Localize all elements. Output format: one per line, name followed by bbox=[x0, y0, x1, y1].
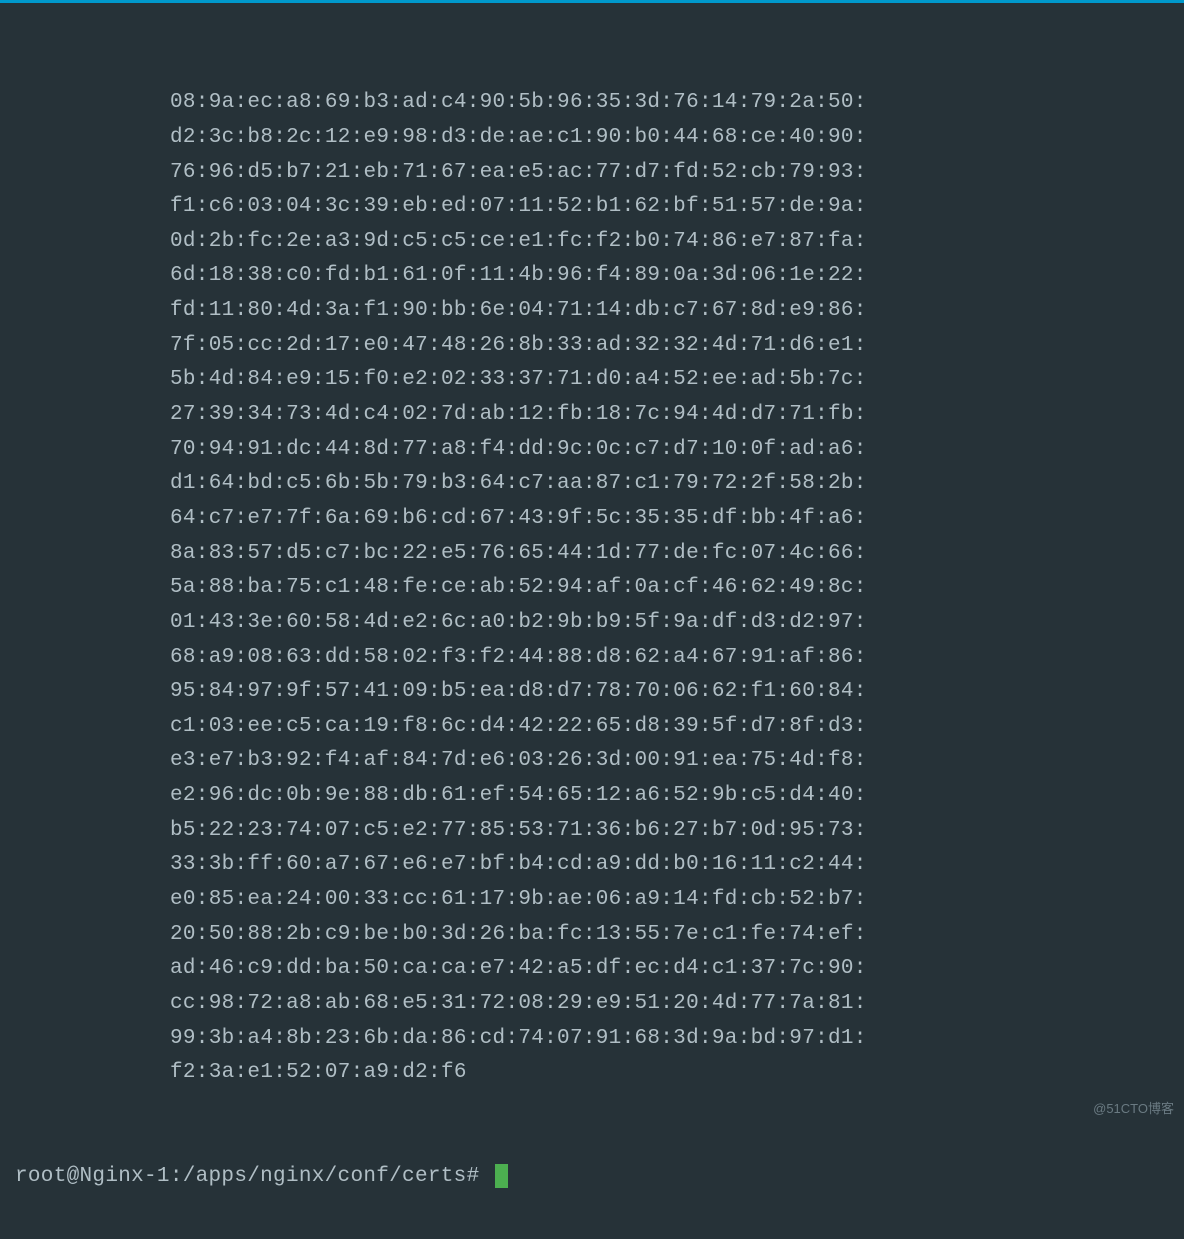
hex-line: 20:50:88:2b:c9:be:b0:3d:26:ba:fc:13:55:7… bbox=[10, 918, 1174, 953]
hex-line: 5b:4d:84:e9:15:f0:e2:02:33:37:71:d0:a4:5… bbox=[10, 363, 1174, 398]
hex-line: f1:c6:03:04:3c:39:eb:ed:07:11:52:b1:62:b… bbox=[10, 190, 1174, 225]
hex-line: fd:11:80:4d:3a:f1:90:bb:6e:04:71:14:db:c… bbox=[10, 294, 1174, 329]
cursor bbox=[495, 1164, 508, 1188]
hex-line: 68:a9:08:63:dd:58:02:f3:f2:44:88:d8:62:a… bbox=[10, 641, 1174, 676]
hex-line: 76:96:d5:b7:21:eb:71:67:ea:e5:ac:77:d7:f… bbox=[10, 156, 1174, 191]
terminal-output: 08:9a:ec:a8:69:b3:ad:c4:90:5b:96:35:3d:7… bbox=[0, 3, 1184, 1239]
hex-line: cc:98:72:a8:ab:68:e5:31:72:08:29:e9:51:2… bbox=[10, 987, 1174, 1022]
hex-line: 8a:83:57:d5:c7:bc:22:e5:76:65:44:1d:77:d… bbox=[10, 537, 1174, 572]
hex-line: 33:3b:ff:60:a7:67:e6:e7:bf:b4:cd:a9:dd:b… bbox=[10, 848, 1174, 883]
hex-line: 0d:2b:fc:2e:a3:9d:c5:c5:ce:e1:fc:f2:b0:7… bbox=[10, 225, 1174, 260]
hex-line: 95:84:97:9f:57:41:09:b5:ea:d8:d7:78:70:0… bbox=[10, 675, 1174, 710]
hex-line: 08:9a:ec:a8:69:b3:ad:c4:90:5b:96:35:3d:7… bbox=[10, 86, 1174, 121]
hex-dump: 08:9a:ec:a8:69:b3:ad:c4:90:5b:96:35:3d:7… bbox=[10, 86, 1174, 1091]
hex-line: ad:46:c9:dd:ba:50:ca:ca:e7:42:a5:df:ec:d… bbox=[10, 952, 1174, 987]
prompt-text: root@Nginx-1:/apps/nginx/conf/certs# bbox=[15, 1165, 492, 1188]
hex-line: 5a:88:ba:75:c1:48:fe:ce:ab:52:94:af:0a:c… bbox=[10, 571, 1174, 606]
hex-line: 27:39:34:73:4d:c4:02:7d:ab:12:fb:18:7c:9… bbox=[10, 398, 1174, 433]
hex-line: 6d:18:38:c0:fd:b1:61:0f:11:4b:96:f4:89:0… bbox=[10, 259, 1174, 294]
hex-line: f2:3a:e1:52:07:a9:d2:f6 bbox=[10, 1056, 1174, 1091]
hex-line: d2:3c:b8:2c:12:e9:98:d3:de:ae:c1:90:b0:4… bbox=[10, 121, 1174, 156]
hex-line: e2:96:dc:0b:9e:88:db:61:ef:54:65:12:a6:5… bbox=[10, 779, 1174, 814]
hex-line: e0:85:ea:24:00:33:cc:61:17:9b:ae:06:a9:1… bbox=[10, 883, 1174, 918]
hex-line: 01:43:3e:60:58:4d:e2:6c:a0:b2:9b:b9:5f:9… bbox=[10, 606, 1174, 641]
hex-line: 64:c7:e7:7f:6a:69:b6:cd:67:43:9f:5c:35:3… bbox=[10, 502, 1174, 537]
command-prompt-line[interactable]: root@Nginx-1:/apps/nginx/conf/certs# bbox=[10, 1160, 1174, 1195]
hex-line: 99:3b:a4:8b:23:6b:da:86:cd:74:07:91:68:3… bbox=[10, 1022, 1174, 1057]
hex-line: d1:64:bd:c5:6b:5b:79:b3:64:c7:aa:87:c1:7… bbox=[10, 467, 1174, 502]
hex-line: 70:94:91:dc:44:8d:77:a8:f4:dd:9c:0c:c7:d… bbox=[10, 433, 1174, 468]
hex-line: 7f:05:cc:2d:17:e0:47:48:26:8b:33:ad:32:3… bbox=[10, 329, 1174, 364]
hex-line: e3:e7:b3:92:f4:af:84:7d:e6:03:26:3d:00:9… bbox=[10, 744, 1174, 779]
hex-line: b5:22:23:74:07:c5:e2:77:85:53:71:36:b6:2… bbox=[10, 814, 1174, 849]
watermark: @51CTO博客 bbox=[1093, 1098, 1174, 1117]
hex-line: c1:03:ee:c5:ca:19:f8:6c:d4:42:22:65:d8:3… bbox=[10, 710, 1174, 745]
